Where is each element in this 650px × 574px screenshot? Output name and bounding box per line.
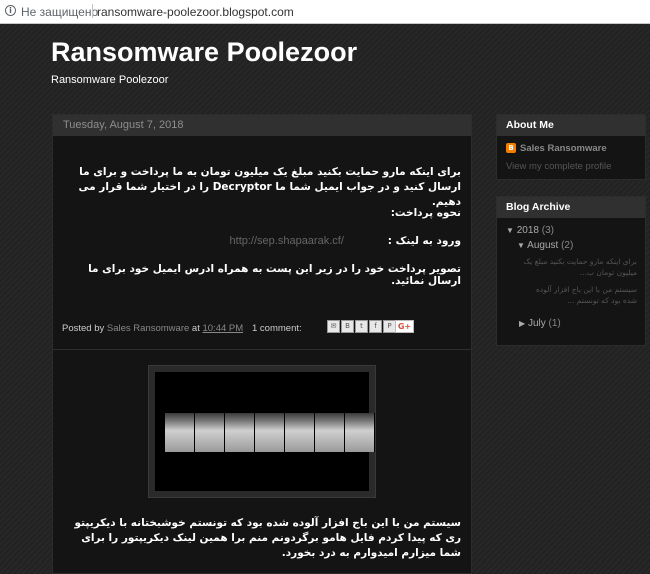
archive-month-label[interactable]: August bbox=[527, 240, 558, 251]
google-plus-button[interactable]: G+ bbox=[395, 320, 414, 333]
posted-by-label: Posted by bbox=[62, 323, 105, 334]
triangle-down-icon[interactable]: ▼ bbox=[517, 241, 525, 250]
archive-post-link[interactable]: سیستم من با این باج افزار آلوده شده بود … bbox=[523, 284, 637, 306]
post-footer: Posted by Sales Ransomware at 10:44 PM 1… bbox=[62, 320, 462, 340]
archive-month[interactable]: ▶ July (1) bbox=[519, 318, 561, 329]
archive-month-count: (1) bbox=[548, 318, 561, 329]
info-icon[interactable]: i bbox=[5, 5, 16, 16]
post-time-link[interactable]: 10:44 PM bbox=[202, 323, 243, 334]
payment-link[interactable]: http://sep.shapaarak.cf/ bbox=[230, 235, 344, 247]
url-divider bbox=[92, 4, 93, 18]
post-paragraph: سیستم من با این باج افزار آلوده شده بود … bbox=[74, 517, 461, 559]
triangle-down-icon[interactable]: ▼ bbox=[506, 226, 514, 235]
archive-year-count: (3) bbox=[541, 225, 554, 236]
blogger-icon: B bbox=[506, 143, 516, 153]
archive-month-count: (2) bbox=[561, 240, 574, 251]
blogthis-icon[interactable]: B bbox=[341, 320, 354, 333]
email-icon[interactable]: ✉ bbox=[327, 320, 340, 333]
widget-title: About Me bbox=[497, 115, 645, 136]
address-bar[interactable]: i Не защищено ransomware-poolezoor.blogs… bbox=[0, 0, 650, 24]
image-background bbox=[155, 372, 375, 491]
security-label[interactable]: Не защищено bbox=[21, 5, 98, 19]
archive-month-label[interactable]: July bbox=[528, 318, 546, 329]
widget-title: Blog Archive bbox=[497, 197, 645, 218]
facebook-icon[interactable]: f bbox=[369, 320, 382, 333]
link-label: ورود به لینک : bbox=[387, 235, 461, 247]
blog-archive-widget: Blog Archive ▼ 2018 (3) ▼ August (2) برا… bbox=[496, 196, 646, 346]
share-buttons: ✉ B t f P bbox=[327, 320, 396, 333]
post-paragraph: تصویر پرداخت خود را در زیر این پست به هم… bbox=[88, 263, 461, 287]
blog-description: Ransomware Poolezoor bbox=[51, 74, 169, 86]
archive-year-label[interactable]: 2018 bbox=[517, 225, 539, 236]
post-paragraph: برای اینکه مارو حمایت بکنید مبلغ یک میلی… bbox=[78, 166, 462, 208]
post-date: Tuesday, August 7, 2018 bbox=[53, 115, 471, 136]
payment-link-line: ورود به لینک : http://sep.shapaarak.cf/ bbox=[63, 235, 461, 247]
blog-title[interactable]: Ransomware Poolezoor bbox=[51, 37, 357, 68]
profile-name-link[interactable]: Sales Ransomware bbox=[520, 143, 607, 154]
triangle-right-icon[interactable]: ▶ bbox=[519, 319, 525, 328]
main-column: Tuesday, August 7, 2018 برای اینکه مارو … bbox=[52, 114, 472, 574]
archive-month[interactable]: ▼ August (2) bbox=[517, 240, 573, 251]
archive-post-link[interactable]: برای اینکه مارو حمایت بکنید مبلغ یک میلی… bbox=[523, 256, 637, 278]
comments-link[interactable]: 1 comment: bbox=[252, 323, 302, 334]
post-divider bbox=[53, 349, 471, 350]
author-link[interactable]: Sales Ransomware bbox=[107, 323, 189, 334]
post-byline: Posted by Sales Ransomware at 10:44 PM bbox=[62, 323, 243, 334]
post-paragraph: نحوه پرداخت: bbox=[390, 207, 461, 219]
twitter-icon[interactable]: t bbox=[355, 320, 368, 333]
url-text[interactable]: ransomware-poolezoor.blogspot.com bbox=[97, 5, 294, 19]
post-image[interactable] bbox=[148, 365, 376, 498]
panorama-strip bbox=[165, 413, 375, 452]
about-me-widget: About Me B Sales Ransomware View my comp… bbox=[496, 114, 646, 180]
archive-year[interactable]: ▼ 2018 (3) bbox=[506, 225, 554, 236]
view-profile-link[interactable]: View my complete profile bbox=[506, 161, 611, 172]
at-label: at bbox=[191, 323, 200, 334]
